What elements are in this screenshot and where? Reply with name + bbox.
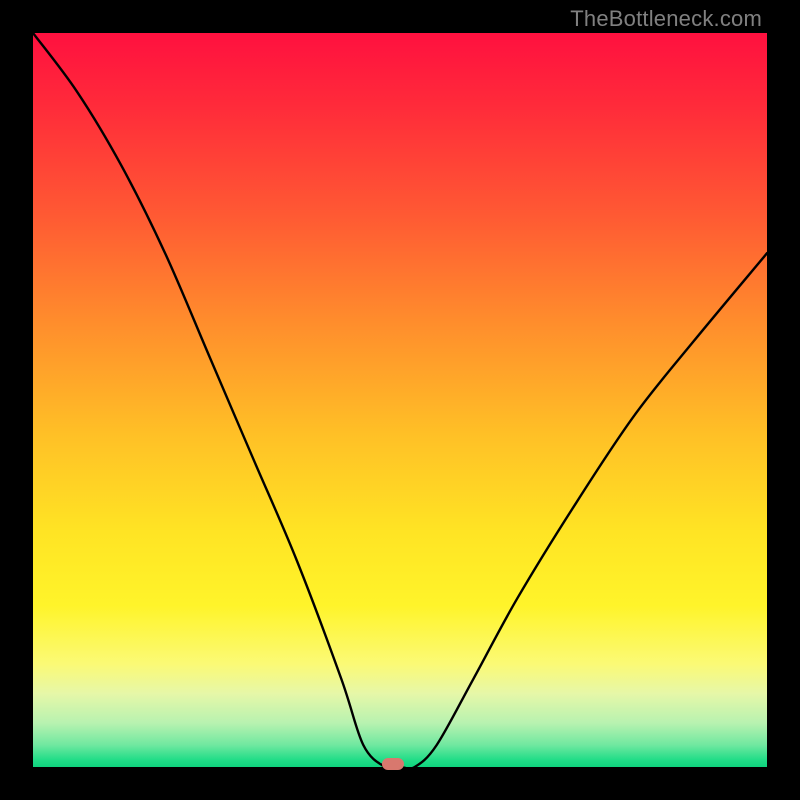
attribution-watermark: TheBottleneck.com [570, 6, 762, 32]
optimal-point-marker [382, 758, 404, 770]
curve-path [33, 33, 767, 767]
chart-frame: TheBottleneck.com [0, 0, 800, 800]
plot-area [33, 33, 767, 767]
bottleneck-curve [33, 33, 767, 767]
